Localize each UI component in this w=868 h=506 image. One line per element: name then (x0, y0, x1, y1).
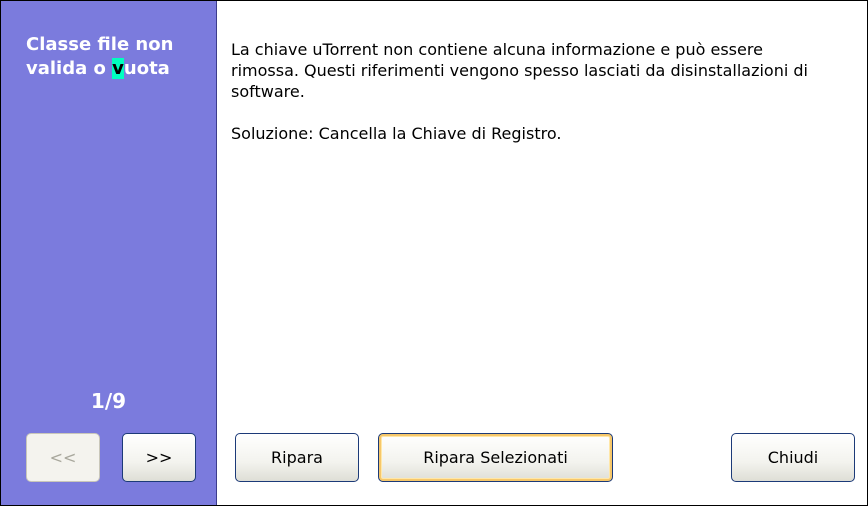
issue-category-title: Classe file non valida o vuota (26, 33, 206, 81)
description-text: La chiave uTorrent non contiene alcuna i… (231, 40, 808, 101)
issue-counter: 1/9 (90, 389, 127, 413)
repair-selected-button[interactable]: Ripara Selezionati (378, 433, 613, 482)
sidebar: Classe file non valida o vuota 1/9 << >> (1, 1, 217, 505)
repair-button[interactable]: Ripara (235, 433, 359, 482)
title-text-end: uota (123, 58, 170, 79)
solution-text: Soluzione: Cancella la Chiave di Registr… (231, 124, 562, 143)
next-button[interactable]: >> (122, 433, 196, 482)
title-highlight: v (112, 58, 124, 79)
issue-description: La chiave uTorrent non contiene alcuna i… (231, 39, 831, 144)
close-button[interactable]: Chiudi (731, 433, 855, 482)
previous-button[interactable]: << (26, 433, 100, 482)
issue-dialog: Classe file non valida o vuota 1/9 << >>… (0, 0, 868, 506)
